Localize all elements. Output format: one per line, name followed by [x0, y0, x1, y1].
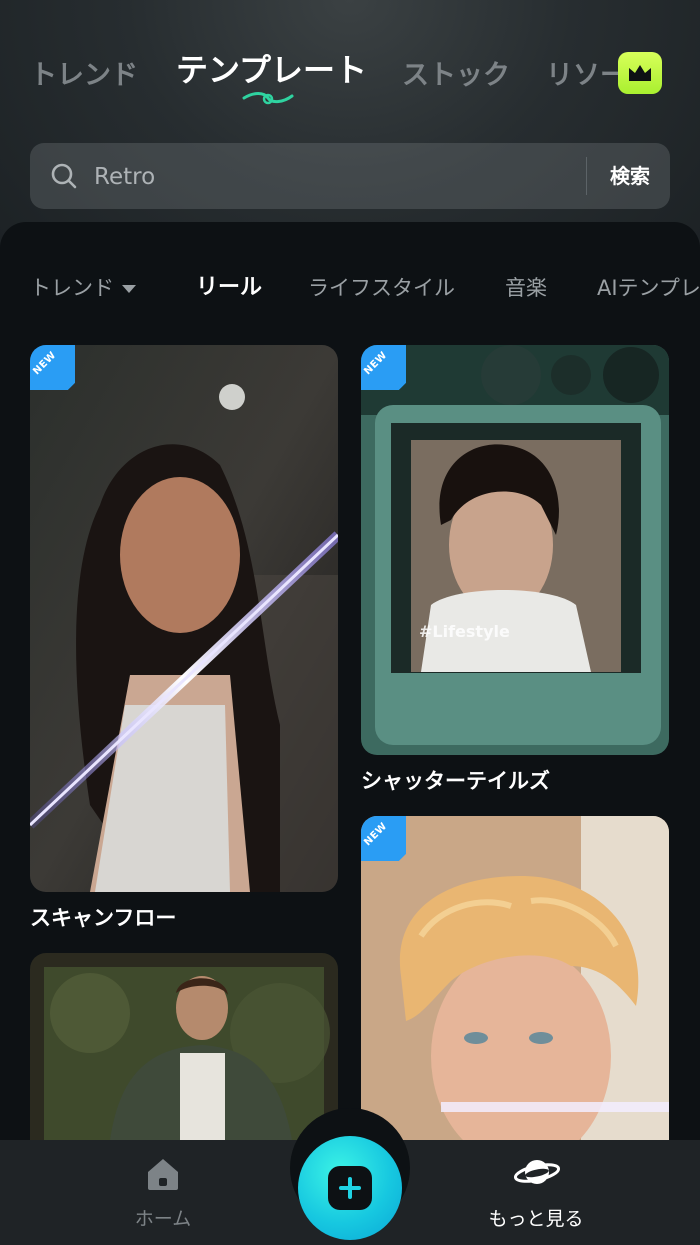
home-icon — [148, 1159, 178, 1190]
nav-more[interactable]: もっと見る — [476, 1140, 596, 1245]
tab-resources[interactable]: リソー — [546, 54, 627, 98]
category-reel[interactable]: リール — [196, 270, 262, 306]
new-badge: NEW — [30, 345, 75, 390]
new-badge: NEW — [361, 816, 406, 861]
template-card-shutter-tales[interactable]: #Lifestyle NEW — [361, 345, 669, 755]
category-lifestyle[interactable]: ライフスタイル — [308, 270, 455, 306]
search-divider — [586, 157, 587, 195]
template-thumbnail-camera — [361, 345, 669, 755]
tab-trend[interactable]: トレンド — [30, 54, 138, 98]
search-button[interactable]: 検索 — [590, 143, 670, 209]
overlay-caption: #Lifestyle — [419, 622, 510, 641]
category-trend[interactable]: トレンド — [30, 270, 136, 306]
template-card-scan-flow[interactable]: NEW — [30, 345, 338, 892]
template-title: シャッターテイルズ — [361, 769, 550, 793]
search-input[interactable] — [92, 143, 546, 211]
nav-home-label: ホーム — [134, 1208, 192, 1230]
template-thumbnail-blonde — [361, 816, 669, 1140]
template-thumbnail-portrait — [30, 345, 338, 892]
category-ai-template[interactable]: AIテンプレ — [597, 270, 700, 306]
top-tab-bar: トレンド テンプレート ストック リソー — [0, 48, 700, 108]
active-tab-indicator — [242, 92, 294, 105]
crown-icon[interactable] — [618, 52, 662, 94]
template-card-blonde[interactable]: NEW — [361, 816, 669, 1140]
plus-glyph — [339, 1177, 361, 1199]
search-bar: 検索 — [30, 143, 670, 211]
planet-icon — [513, 1160, 561, 1184]
category-trend-label: トレンド — [30, 276, 114, 300]
category-bar: トレンド リール ライフスタイル 音楽 AIテンプレ — [0, 270, 700, 306]
template-title: スキャンフロー — [30, 906, 177, 930]
search-icon — [51, 163, 77, 189]
new-badge: NEW — [361, 345, 406, 390]
template-thumbnail-jacket — [30, 953, 338, 1140]
tab-template[interactable]: テンプレート — [176, 48, 367, 92]
caret-down-icon — [122, 285, 136, 293]
nav-more-label: もっと見る — [488, 1208, 584, 1230]
nav-home[interactable]: ホーム — [113, 1140, 213, 1245]
crown-glyph — [629, 65, 651, 81]
create-button[interactable] — [298, 1136, 402, 1240]
template-card-jacket[interactable] — [30, 953, 338, 1140]
plus-icon — [328, 1166, 372, 1210]
tab-stock[interactable]: ストック — [402, 54, 510, 98]
category-music[interactable]: 音楽 — [505, 270, 547, 306]
